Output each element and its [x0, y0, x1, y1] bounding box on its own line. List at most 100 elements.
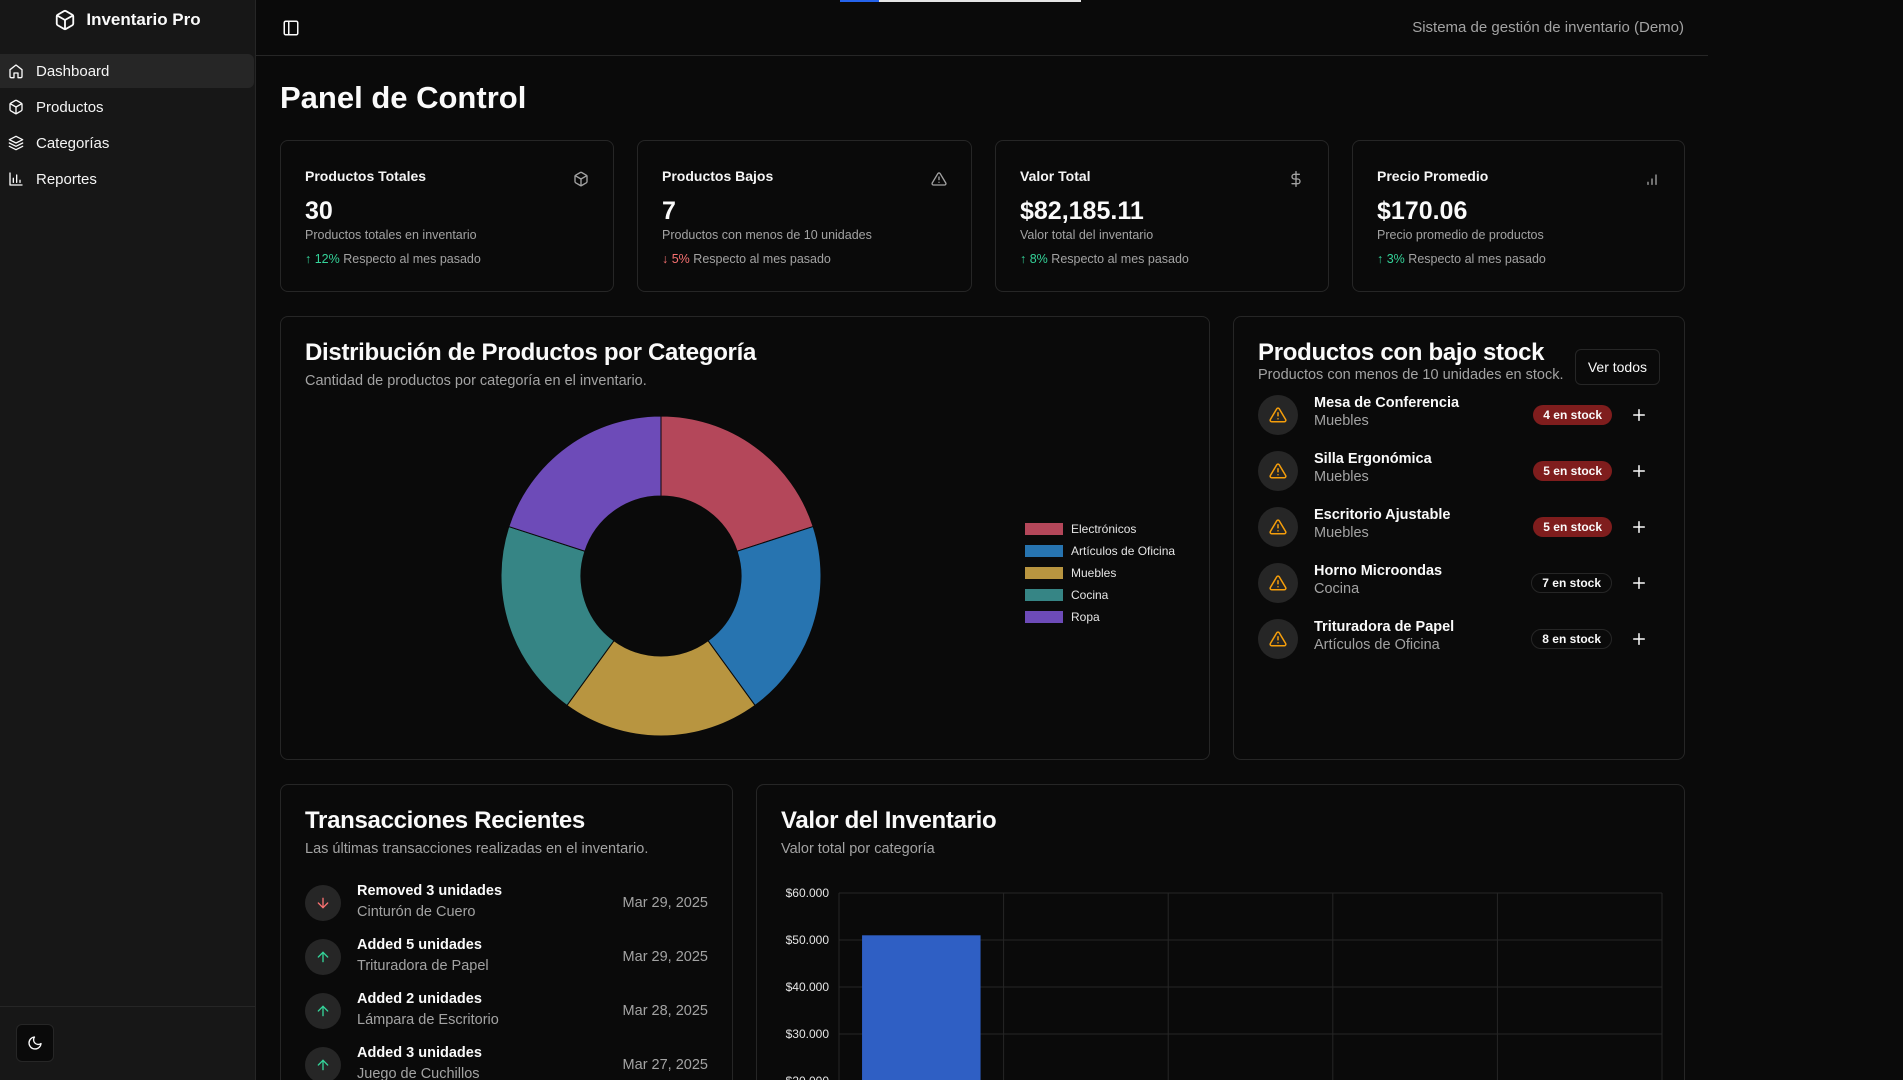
transaction-date: Mar 27, 2025 [622, 1057, 708, 1073]
pie-slice[interactable] [660, 415, 814, 552]
sidebar-toggle-icon[interactable] [282, 19, 300, 37]
sidebar-nav: Dashboard Productos Categorías Reportes [0, 54, 255, 196]
stat-change-label: Respecto al mes pasado [343, 252, 481, 266]
low-stock-card: Productos con bajo stock Productos con m… [1233, 316, 1685, 760]
plus-icon[interactable] [1630, 462, 1648, 480]
sidebar-item-label: Dashboard [36, 62, 110, 80]
sidebar-item-label: Reportes [36, 170, 97, 188]
legend-item[interactable]: Ropa [1025, 610, 1100, 624]
legend-label: Artículos de Oficina [1071, 544, 1176, 558]
recent-transactions-card: Transacciones Recientes Las últimas tran… [280, 784, 733, 1080]
sidebar-footer [0, 1006, 255, 1080]
transaction-date: Mar 28, 2025 [622, 1003, 708, 1019]
product-category: Cocina [1314, 581, 1360, 597]
stat-change-value: 12% [314, 252, 340, 266]
legend-swatch [1025, 611, 1063, 623]
warning-icon [1258, 563, 1298, 603]
legend-item[interactable]: Muebles [1025, 566, 1116, 580]
sidebar-item-label: Categorías [36, 134, 110, 152]
stat-change: ↑ 12% Respecto al mes pasado [305, 252, 481, 266]
brand[interactable]: Inventario Pro [0, 0, 255, 40]
legend-swatch [1025, 545, 1063, 557]
legend-item[interactable]: Electrónicos [1025, 522, 1136, 536]
bar[interactable] [862, 935, 981, 1080]
plus-icon[interactable] [1630, 406, 1648, 424]
arrow-up-icon [305, 993, 341, 1029]
legend-label: Muebles [1071, 566, 1117, 580]
home-icon [9, 64, 23, 79]
transaction-row: Added 5 unidades Trituradora de Papel Mar … [305, 935, 708, 979]
package-icon [56, 9, 75, 31]
category-distribution-card: Distribución de Productos por Categoría … [280, 316, 1210, 760]
stat-title: Precio Promedio [1377, 168, 1489, 184]
sidebar-item-categorias[interactable]: Categorías [0, 126, 255, 160]
view-all-button[interactable]: Ver todos [1574, 349, 1660, 385]
list-item[interactable]: Escritorio Ajustable Muebles 5 en stock [1258, 505, 1660, 549]
layers-icon [8, 135, 24, 151]
list-item[interactable]: Horno Microondas Cocina 7 en stock [1258, 561, 1660, 605]
stat-change-value: 8% [1029, 252, 1048, 266]
main-content: Sistema de gestión de inventario (Demo) … [256, 0, 1903, 1080]
legend-label: Ropa [1071, 610, 1100, 624]
product-name: Horno Microondas [1314, 563, 1443, 579]
product-category: Muebles [1314, 525, 1369, 541]
stat-card-low-products: Productos Bajos 7 Productos con menos de… [637, 140, 972, 292]
stock-badge: 4 en stock [1533, 405, 1612, 425]
product-category: Muebles [1314, 413, 1369, 429]
stat-change: ↑ 3% Respecto al mes pasado [1377, 252, 1546, 266]
dollar-icon [1291, 171, 1301, 187]
plus-icon[interactable] [1630, 518, 1648, 536]
stat-change-value: 3% [1386, 252, 1405, 266]
card-title: Productos con bajo stock [1258, 339, 1545, 366]
transaction-row: Removed 3 unidades Cinturón de Cuero Mar 2… [305, 881, 708, 925]
inventory-value-bar-chart: $60.000 $50.000 $40.000 $30.000 $20.000 [786, 886, 1663, 1080]
stat-value: $170.06 [1377, 197, 1468, 225]
legend-item[interactable]: Artículos de Oficina [1025, 544, 1175, 558]
legend-swatch [1025, 589, 1063, 601]
card-title: Transacciones Recientes [305, 807, 585, 834]
stat-change-label: Respecto al mes pasado [1051, 252, 1189, 266]
arrow-up-icon: ↑ [1377, 252, 1384, 266]
arrow-down-icon [305, 885, 341, 921]
theme-toggle-button[interactable] [16, 1024, 54, 1062]
sidebar-item-dashboard[interactable]: Dashboard [0, 54, 254, 88]
stat-title: Productos Totales [305, 168, 427, 184]
arrow-down-icon: ↓ [662, 252, 669, 266]
plus-icon[interactable] [1630, 630, 1648, 648]
stock-badge: 5 en stock [1533, 517, 1612, 537]
warning-icon [1258, 619, 1298, 659]
legend-label: Electrónicos [1071, 522, 1137, 536]
topbar: Sistema de gestión de inventario (Demo) [256, 0, 1708, 56]
y-tick-label: $60.000 [786, 886, 830, 900]
sidebar-item-reportes[interactable]: Reportes [0, 162, 255, 196]
stat-change-value: 5% [671, 252, 690, 266]
sidebar: Inventario Pro Dashboard Productos Categ… [0, 0, 256, 1080]
stat-description: Productos con menos de 10 unidades [662, 228, 872, 242]
list-item[interactable]: Mesa de Conferencia Muebles 4 en stock [1258, 393, 1660, 437]
list-item[interactable]: Silla Ergonómica Muebles 5 en stock [1258, 449, 1660, 493]
stat-change: ↑ 8% Respecto al mes pasado [1020, 252, 1189, 266]
warning-icon [1258, 507, 1298, 547]
pie-slice[interactable] [508, 415, 662, 552]
page-title: Panel de Control [280, 80, 527, 115]
sidebar-item-productos[interactable]: Productos [0, 90, 255, 124]
transaction-action: Added 3 unidades [357, 1045, 482, 1061]
stat-card-total-value: Valor Total $82,185.11 Valor total del i… [995, 140, 1329, 292]
category-donut-chart [500, 415, 822, 737]
sidebar-item-label: Productos [36, 98, 104, 116]
product-name: Escritorio Ajustable [1314, 507, 1451, 523]
bar-chart-icon [9, 172, 23, 186]
card-subtitle: Productos con menos de 10 unidades en st… [1258, 367, 1564, 383]
arrow-up-icon: ↑ [1020, 252, 1027, 266]
plus-icon[interactable] [1630, 574, 1648, 592]
stat-value: 30 [305, 197, 333, 225]
warning-icon [1258, 451, 1298, 491]
list-item[interactable]: Trituradora de Papel Artículos de Oficina… [1258, 617, 1660, 661]
stat-card-total-products: Productos Totales 30 Productos totales e… [280, 140, 614, 292]
y-tick-label: $40.000 [786, 980, 830, 994]
transaction-product: Cinturón de Cuero [357, 904, 476, 920]
stat-title: Valor Total [1020, 168, 1091, 184]
product-category: Artículos de Oficina [1314, 637, 1440, 653]
legend-swatch [1025, 523, 1063, 535]
legend-item[interactable]: Cocina [1025, 588, 1108, 602]
